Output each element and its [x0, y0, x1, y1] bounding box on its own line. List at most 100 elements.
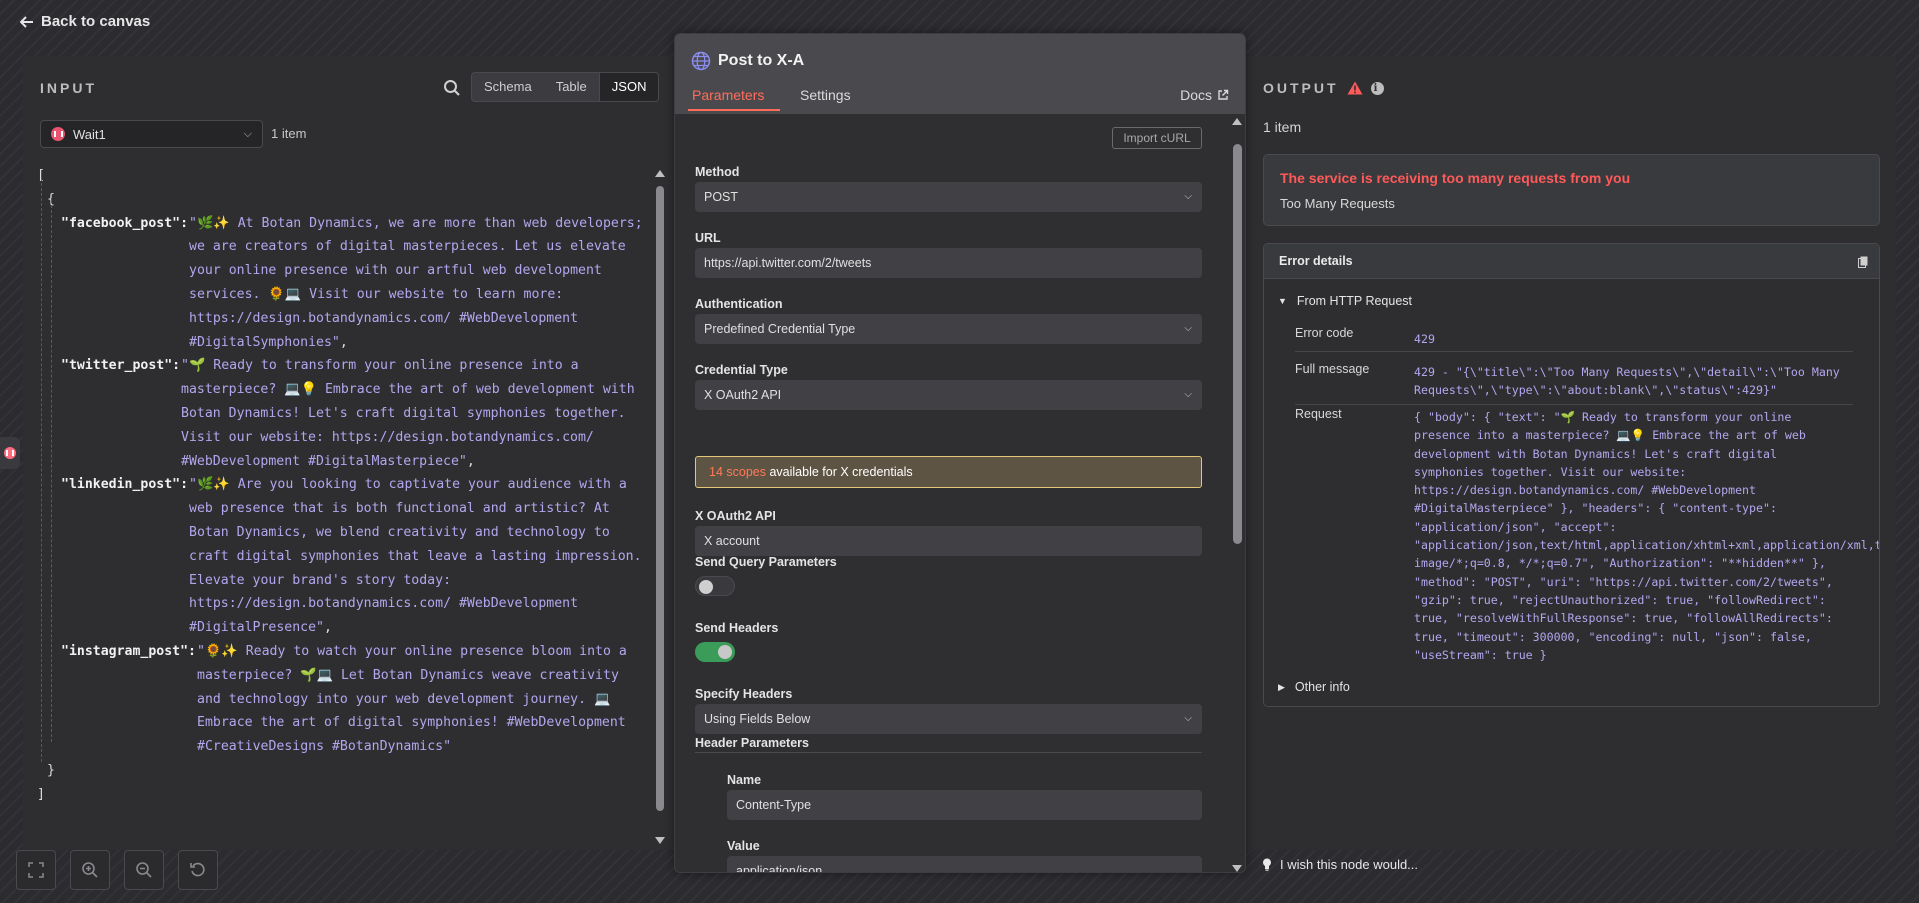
info-icon[interactable]: i	[1370, 81, 1384, 95]
canvas-node-handle[interactable]	[0, 437, 20, 469]
send-query-toggle[interactable]	[695, 576, 735, 596]
send-query-label: Send Query Parameters	[695, 555, 837, 569]
url-input[interactable]: https://api.twitter.com/2/tweets	[695, 248, 1202, 278]
input-item-count: 1 item	[271, 126, 307, 141]
view-schema[interactable]: Schema	[472, 73, 544, 101]
json-line: masterpiece? 💻💡 Embrace the art of web d…	[37, 378, 662, 402]
scroll-down-arrow[interactable]	[655, 837, 665, 844]
reset-zoom-button[interactable]	[178, 850, 218, 890]
credential-type-select[interactable]: X OAuth2 API ⌵	[695, 380, 1202, 410]
json-line: #DigitalSymphonies",	[37, 331, 662, 355]
json-line: "twitter_post":"🌱 Ready to transform you…	[37, 354, 662, 378]
url-value: https://api.twitter.com/2/tweets	[704, 256, 872, 270]
input-node-select[interactable]: Wait1 ⌵	[40, 120, 263, 148]
credential-type-value: X OAuth2 API	[704, 388, 782, 402]
zoom-in-icon	[82, 862, 98, 878]
wait-node-icon	[4, 447, 16, 459]
specify-headers-label: Specify Headers	[695, 687, 793, 701]
chevron-down-icon: ⌵	[1184, 713, 1192, 724]
json-fields: "facebook_post":"🌿✨ At Botan Dynamics, w…	[37, 212, 662, 759]
specify-headers-select[interactable]: Using Fields Below ⌵	[695, 704, 1202, 734]
json-line: "instagram_post":"🌻✨ Ready to watch your…	[37, 640, 662, 664]
json-value: "🌻✨ Ready to watch your online presence …	[197, 643, 627, 659]
json-value: Elevate your brand's story today:	[189, 572, 452, 588]
zoom-out-icon	[136, 862, 152, 878]
json-line: Elevate your brand's story today:	[37, 569, 662, 593]
toggle-knob	[699, 580, 713, 594]
header-value-input[interactable]: application/json	[727, 856, 1202, 873]
error-summary: The service is receiving too many reques…	[1263, 154, 1880, 226]
tab-parameters[interactable]: Parameters	[687, 87, 781, 111]
scroll-up-arrow[interactable]	[1232, 118, 1242, 125]
header-parameters-label: Header Parameters	[695, 736, 809, 750]
json-value: "🌿✨ At Botan Dynamics, we are more than …	[189, 215, 643, 231]
header-name-input[interactable]: Content-Type	[727, 790, 1202, 820]
json-line: we are creators of digital masterpieces.…	[37, 235, 662, 259]
json-value: services. 🌻💻 Visit our website to learn …	[189, 286, 564, 302]
fit-view-icon	[28, 862, 44, 878]
modal-header: Post to X-A Parameters Settings Docs	[675, 34, 1245, 114]
from-http-request-toggle[interactable]: ▼ From HTTP Request	[1278, 294, 1412, 308]
json-value: https://design.botandynamics.com/ #WebDe…	[189, 310, 579, 326]
json-value: and technology into your web development…	[197, 691, 611, 707]
modal-title[interactable]: Post to X-A	[718, 52, 804, 70]
back-to-canvas-link[interactable]: Back to canvas	[20, 13, 150, 30]
json-value: "🌿✨ Are you looking to captivate your au…	[189, 477, 627, 493]
json-line: masterpiece? 🌱💻 Let Botan Dynamics weave…	[37, 664, 662, 688]
scroll-thumb[interactable]	[1233, 144, 1242, 544]
json-value: https://design.botandynamics.com/ #WebDe…	[189, 596, 579, 612]
json-key: "instagram_post":	[61, 643, 196, 659]
json-line: https://design.botandynamics.com/ #WebDe…	[37, 307, 662, 331]
import-curl-button[interactable]: Import cURL	[1112, 127, 1202, 149]
docs-link[interactable]: Docs	[1180, 87, 1229, 103]
method-value: POST	[704, 190, 739, 204]
header-name-value: Content-Type	[736, 798, 812, 812]
json-key: "twitter_post":	[61, 358, 181, 374]
header-value-value: application/json	[736, 864, 823, 873]
json-comma: ,	[339, 334, 348, 350]
json-value: your online presence with our artful web…	[189, 263, 602, 279]
error-details-header: Error details	[1264, 244, 1879, 279]
scopes-count[interactable]: 14 scopes	[709, 465, 766, 479]
request-value: { "body": { "text": "🌱 Ready to transfor…	[1414, 410, 1879, 662]
zoom-in-button[interactable]	[70, 850, 110, 890]
input-scrollbar[interactable]	[653, 166, 667, 846]
chevron-down-icon: ⌵	[243, 127, 252, 140]
view-table[interactable]: Table	[544, 73, 599, 101]
scroll-down-arrow[interactable]	[1232, 865, 1242, 872]
error-title: The service is receiving too many reques…	[1280, 170, 1631, 186]
error-details-title: Error details	[1279, 254, 1353, 268]
view-json[interactable]: JSON	[598, 73, 659, 101]
zoom-out-button[interactable]	[124, 850, 164, 890]
oauth-credential-select[interactable]: X account	[695, 526, 1202, 556]
divider	[1295, 404, 1853, 405]
json-line: Visit our website: https://design.botand…	[37, 426, 662, 450]
full-message-label: Full message	[1295, 362, 1370, 376]
divider	[1295, 351, 1853, 352]
scroll-up-arrow[interactable]	[655, 170, 665, 177]
send-headers-toggle[interactable]	[695, 642, 735, 662]
json-line: #DigitalPresence",	[37, 616, 662, 640]
search-icon[interactable]	[442, 78, 462, 98]
header-value-label: Value	[727, 839, 760, 853]
copy-icon[interactable]	[1858, 256, 1868, 268]
toggle-knob	[718, 645, 732, 659]
json-comma: ,	[323, 620, 332, 636]
output-title-row: OUTPUT i	[1263, 80, 1384, 96]
tab-settings[interactable]: Settings	[800, 87, 851, 103]
json-line: craft digital symphonies that leave a la…	[37, 545, 662, 569]
modal-scrollbar[interactable]	[1227, 114, 1245, 872]
json-guide-outer	[41, 178, 42, 762]
authentication-value: Predefined Credential Type	[704, 322, 856, 336]
node-parameters-modal: Post to X-A Parameters Settings Docs Imp…	[674, 33, 1246, 873]
arrow-left-icon	[20, 15, 33, 28]
fit-view-button[interactable]	[16, 850, 56, 890]
scopes-notice: 14 scopes available for X credentials	[695, 456, 1202, 488]
scroll-thumb[interactable]	[656, 186, 664, 811]
authentication-select[interactable]: Predefined Credential Type ⌵	[695, 314, 1202, 344]
json-value: #CreativeDesigns #BotanDynamics"	[197, 739, 452, 755]
other-info-toggle[interactable]: ▶ Other info	[1278, 680, 1350, 694]
method-select[interactable]: POST ⌵	[695, 182, 1202, 212]
output-panel: OUTPUT i 1 item The service is receiving…	[1246, 56, 1896, 850]
feedback-link[interactable]: I wish this node would...	[1262, 857, 1418, 872]
